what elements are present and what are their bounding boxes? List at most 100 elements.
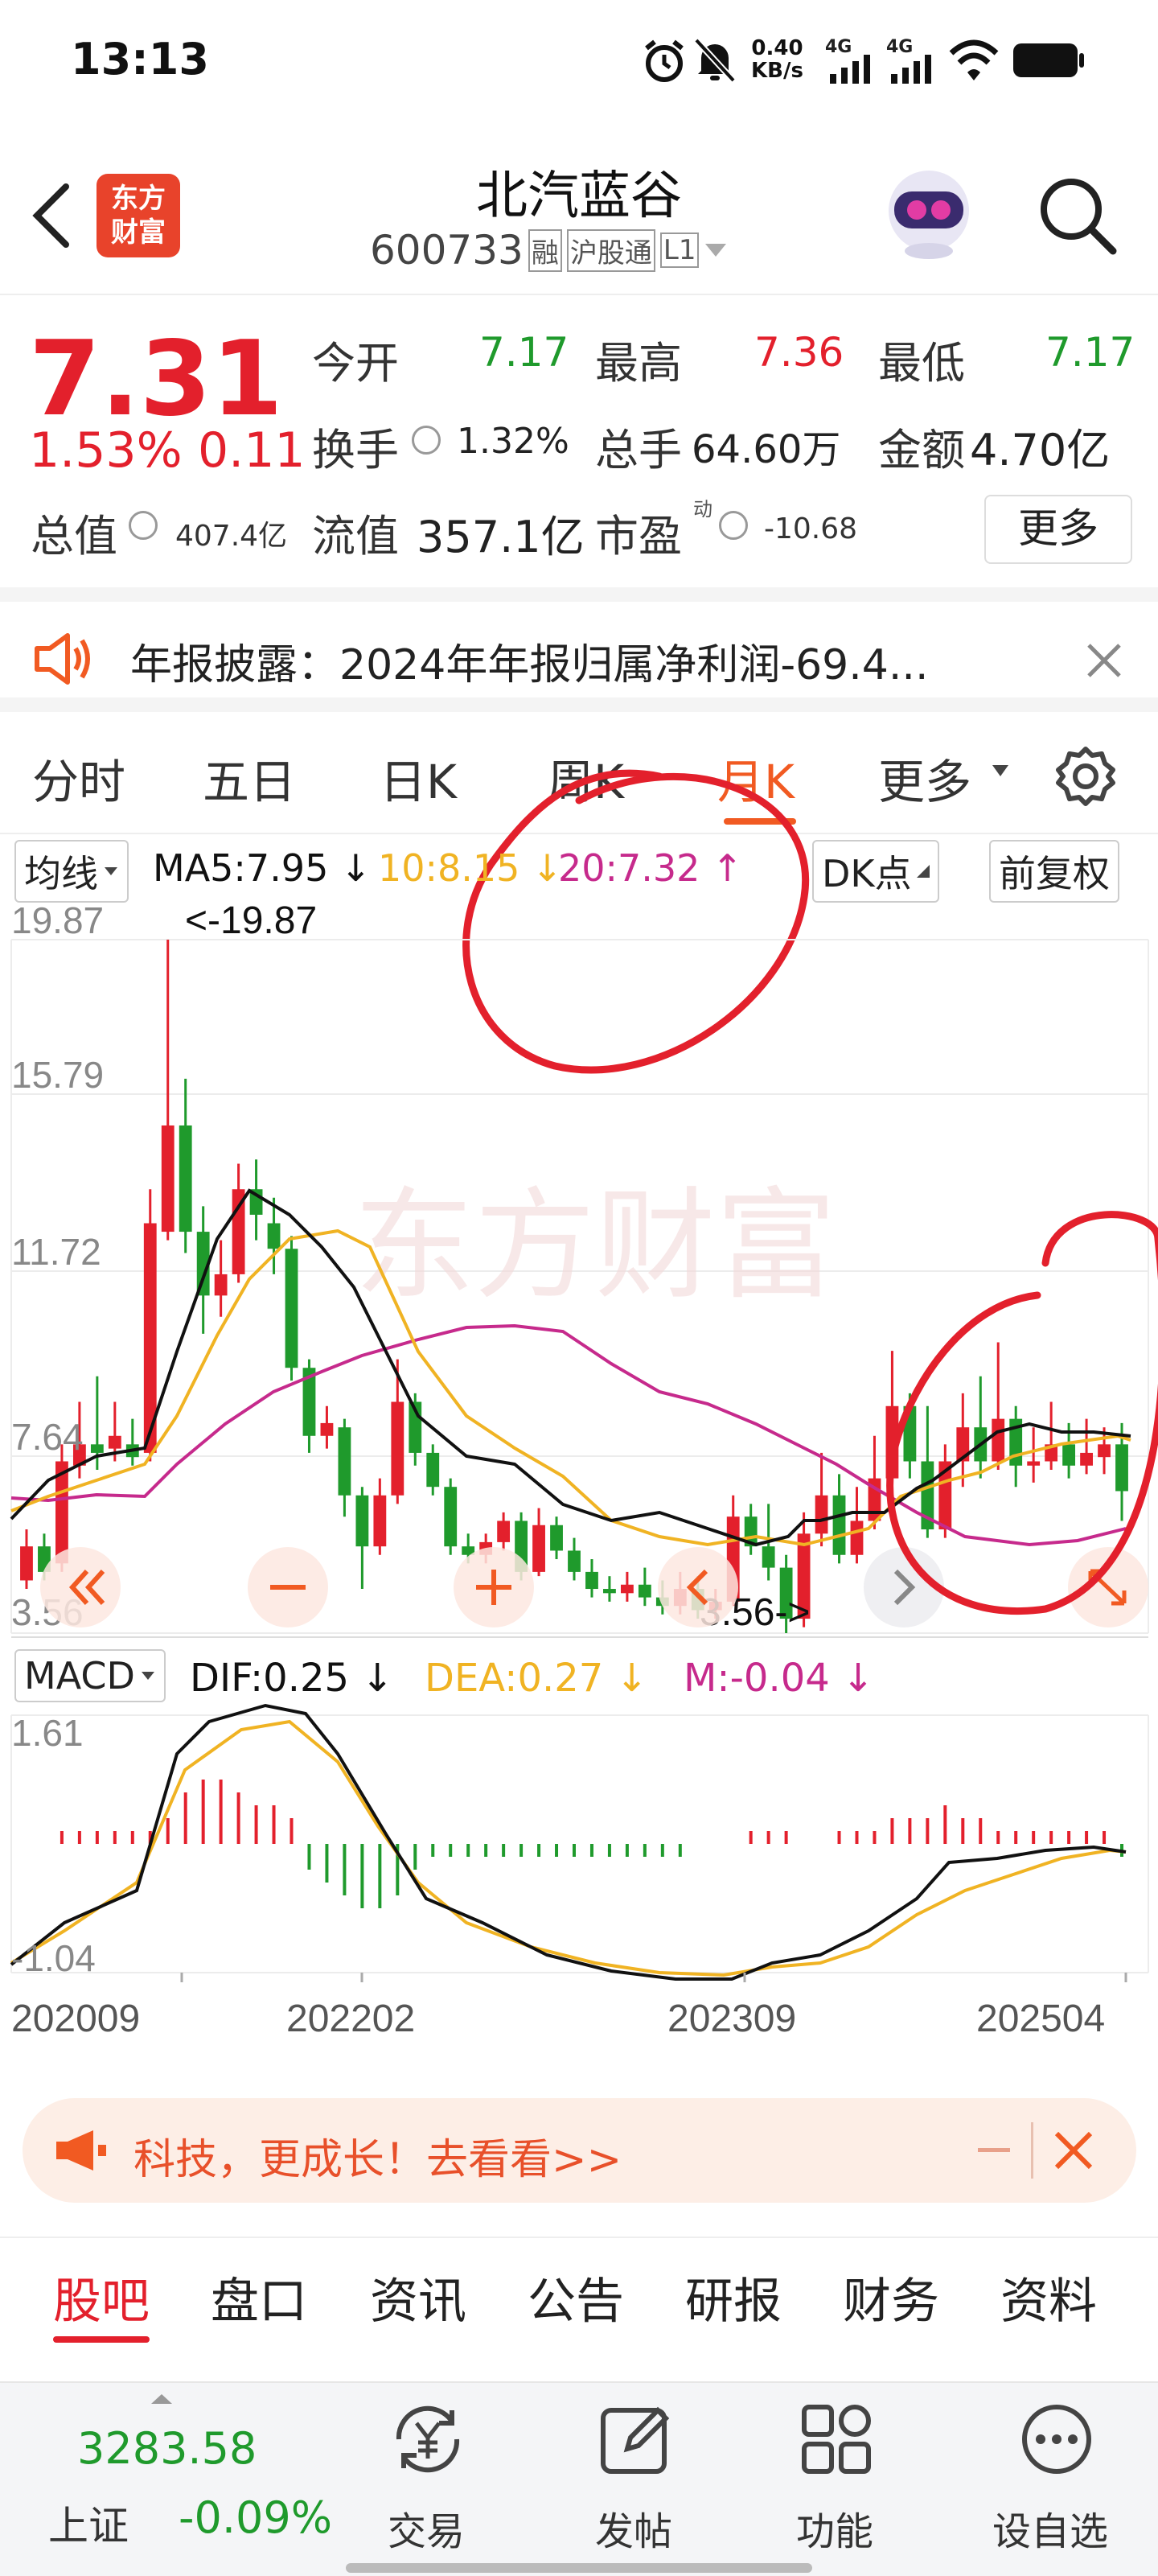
candle-body bbox=[992, 1418, 1005, 1462]
wifi-icon bbox=[949, 39, 999, 80]
stock-code-row[interactable]: 600733 融 沪股通 L1 bbox=[370, 227, 728, 274]
macd-bottom-label: -1.04 bbox=[11, 1937, 96, 1979]
close-icon[interactable] bbox=[1053, 2130, 1094, 2171]
kline-chart[interactable]: 东方财富 19.87 15.79 11.72 7.64 3.56 <-19.87… bbox=[0, 901, 1158, 2092]
robot-assistant-icon[interactable] bbox=[877, 161, 981, 265]
step-left-button[interactable] bbox=[658, 1547, 738, 1627]
status-bar: 13:13 0.40 KB/s 4G 4G bbox=[0, 0, 1158, 121]
change-amount: 0.11 bbox=[198, 422, 306, 479]
candle-body bbox=[550, 1525, 563, 1551]
candle-body bbox=[214, 1274, 228, 1296]
candle-body bbox=[90, 1444, 104, 1453]
content-tabs: 股吧 盘口 资讯 公告 研报 财务 资料 bbox=[0, 2237, 1158, 2375]
macd-dea: DEA:0.27 ↓ bbox=[425, 1656, 648, 1701]
candle-body bbox=[444, 1487, 458, 1547]
tab-pankou[interactable]: 盘口 bbox=[211, 2262, 307, 2332]
tab-finance[interactable]: 财务 bbox=[843, 2262, 939, 2332]
info-icon[interactable] bbox=[129, 511, 158, 540]
candle-body bbox=[373, 1495, 387, 1547]
macd-selector-label: MACD bbox=[24, 1654, 135, 1697]
ma-selector[interactable]: 均线 bbox=[14, 840, 129, 903]
candle-body bbox=[762, 1546, 775, 1568]
net-speed: 0.40 KB/s bbox=[751, 37, 803, 82]
info-icon[interactable] bbox=[412, 426, 441, 455]
annotation-circle bbox=[886, 1211, 1158, 1615]
zoom-in-button[interactable] bbox=[454, 1547, 534, 1627]
close-icon[interactable] bbox=[1086, 642, 1123, 679]
index-value: 3283.58 bbox=[77, 2423, 257, 2474]
promo-banner[interactable]: 科技，更成长！去看看>> bbox=[23, 2098, 1136, 2203]
dk-point-button[interactable]: DK点 bbox=[812, 840, 939, 903]
macd-m: M:-0.04 ↓ bbox=[684, 1656, 875, 1701]
chevron-up-icon bbox=[151, 2394, 172, 2404]
ma5-value: MA5:7.95 ↓ bbox=[153, 846, 372, 890]
mktcap-value: 407.4亿 bbox=[175, 520, 288, 553]
tab-more[interactable]: 更多 bbox=[878, 744, 971, 812]
pe-label: 市盈 bbox=[595, 511, 682, 562]
x-label-4: 202504 bbox=[976, 1998, 1105, 2040]
macd-selector[interactable]: MACD bbox=[14, 1649, 166, 1702]
pe-superscript: 动 bbox=[693, 498, 712, 521]
mute-bell-icon bbox=[694, 38, 736, 83]
stock-name: 北汽蓝谷 bbox=[476, 167, 682, 226]
home-indicator bbox=[346, 2563, 812, 2573]
open-value: 7.17 bbox=[479, 329, 569, 376]
tab-research[interactable]: 研报 bbox=[685, 2262, 782, 2332]
price-label-4: 7.64 bbox=[11, 1416, 84, 1458]
candle-body bbox=[832, 1495, 846, 1555]
watermark: 东方财富 bbox=[354, 1178, 836, 1313]
change-percent: 1.53% bbox=[29, 422, 183, 479]
more-quote-button[interactable]: 更多 bbox=[984, 495, 1132, 564]
tab-profile[interactable]: 资料 bbox=[1000, 2262, 1097, 2332]
candle-body bbox=[426, 1452, 440, 1488]
trade-button[interactable]: 交易 bbox=[346, 2383, 539, 2576]
index-ticker[interactable]: 3283.58 上证 -0.09% bbox=[0, 2383, 346, 2576]
dk-point-label: DK点 bbox=[822, 852, 912, 895]
candle-body bbox=[850, 1520, 864, 1555]
pe-value: -10.68 bbox=[764, 512, 858, 545]
candle-body bbox=[568, 1550, 581, 1572]
tab-five-day[interactable]: 五日 bbox=[203, 744, 296, 812]
current-price: 7.31 bbox=[29, 319, 283, 439]
tab-announcements[interactable]: 公告 bbox=[528, 2262, 624, 2332]
gear-icon[interactable] bbox=[1053, 744, 1118, 809]
minimize-icon[interactable] bbox=[978, 2148, 1010, 2152]
candle-body bbox=[391, 1401, 404, 1496]
status-time: 13:13 bbox=[71, 34, 209, 84]
post-button[interactable]: 发帖 bbox=[539, 2383, 732, 2576]
candle-body bbox=[1027, 1461, 1041, 1466]
info-icon[interactable] bbox=[719, 511, 748, 540]
add-watchlist-button[interactable]: 设自选 bbox=[925, 2383, 1158, 2576]
notice-text: 年报披露：2024年年报归属净利润-69.4... bbox=[130, 641, 929, 689]
tab-guba[interactable]: 股吧 bbox=[53, 2262, 150, 2332]
scroll-left-button[interactable] bbox=[40, 1547, 121, 1627]
tag-margin: 融 bbox=[528, 228, 562, 272]
x-label-3: 202309 bbox=[667, 1998, 796, 2040]
ma20-value: 20:7.32 ↑ bbox=[558, 846, 743, 890]
function-button[interactable]: 功能 bbox=[732, 2383, 925, 2576]
alarm-icon bbox=[645, 39, 684, 82]
battery-icon bbox=[1013, 43, 1084, 77]
macd-dif: DIF:0.25 ↓ bbox=[190, 1656, 394, 1701]
notice-bar[interactable]: 年报披露：2024年年报归属净利润-69.4... bbox=[0, 587, 1158, 712]
candle-body bbox=[815, 1495, 828, 1534]
megaphone-icon bbox=[56, 2130, 106, 2171]
tag-level: L1 bbox=[659, 232, 700, 268]
search-icon[interactable] bbox=[1036, 174, 1119, 257]
high-value: 7.36 bbox=[754, 329, 844, 376]
amount-value: 4.70亿 bbox=[970, 425, 1111, 475]
trade-icon bbox=[396, 2405, 460, 2473]
speaker-icon bbox=[35, 633, 90, 685]
candle-body bbox=[108, 1435, 121, 1449]
tab-intraday[interactable]: 分时 bbox=[32, 744, 125, 812]
volume-value: 64.60万 bbox=[692, 427, 841, 472]
candle-body bbox=[585, 1571, 598, 1590]
tab-news[interactable]: 资讯 bbox=[370, 2262, 466, 2332]
quote-panel: 7.31 1.53% 0.11 今开 7.17 最高 7.36 最低 7.17 … bbox=[0, 295, 1158, 585]
zoom-out-button[interactable] bbox=[248, 1547, 328, 1627]
chart-area[interactable]: 东方财富 19.87 15.79 11.72 7.64 3.56 <-19.87… bbox=[0, 901, 1158, 2092]
adjust-button[interactable]: 前复权 bbox=[989, 840, 1119, 903]
chevron-down-icon bbox=[992, 765, 1008, 776]
edit-icon bbox=[601, 2406, 670, 2474]
max-price-marker: <-19.87 bbox=[185, 901, 317, 942]
